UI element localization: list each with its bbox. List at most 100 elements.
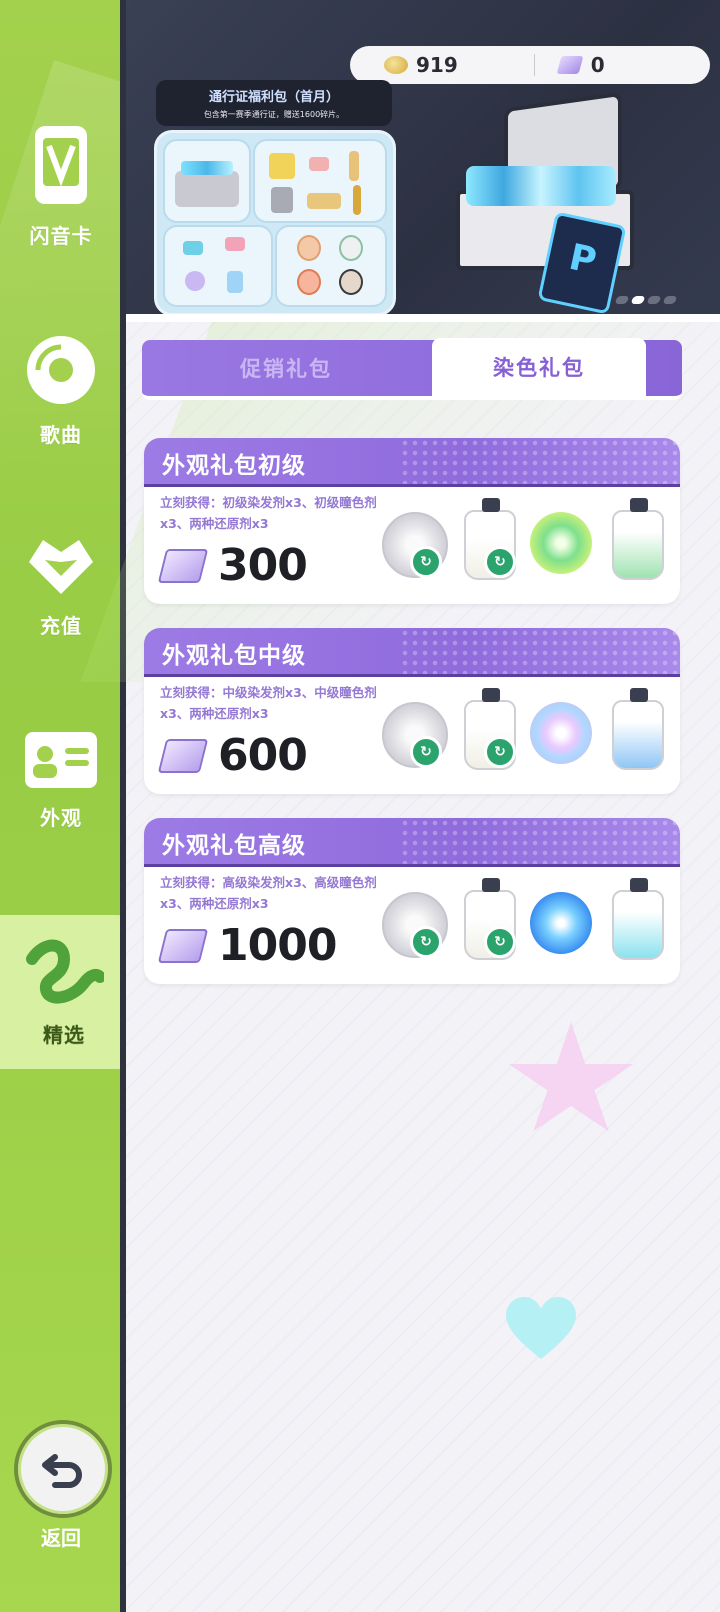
hair-dye-item: ↻ <box>378 502 448 586</box>
star-decoration <box>508 1022 634 1132</box>
pack-title: 外观礼包中级 <box>162 643 306 669</box>
pack-title: 外观礼包高级 <box>162 833 306 859</box>
pass-title-box: 通行证福利包（首月） 包含第一赛季通行证，赠送1600碎片。 <box>156 80 392 126</box>
reset-icon: ↻ <box>410 546 442 578</box>
heart-decoration <box>506 1297 576 1361</box>
gem-icon <box>157 548 209 583</box>
pack-description: 立刻获得：高级染发剂x3、高级瞳色剂x3、两种还原剂x3 <box>160 875 377 911</box>
reset-icon: ↻ <box>410 926 442 958</box>
hair-dye-bottle-item <box>600 498 668 586</box>
gem-icon <box>157 928 209 963</box>
lens-icon <box>530 892 592 954</box>
coin-icon <box>384 56 408 74</box>
spray-bottle-icon <box>612 498 664 580</box>
eye-reset-item: ↻ <box>452 498 520 586</box>
tab-promo-packs[interactable]: 促销礼包 <box>142 340 430 396</box>
gem-count: 0 <box>590 53 605 77</box>
shop-content: 促销礼包 染色礼包 外观礼包初级 立刻获得：初级染发剂x3、初级瞳色剂x3、两种… <box>80 322 720 1612</box>
eye-reset-item: ↻ <box>452 688 520 776</box>
heart-icon <box>29 539 93 594</box>
pack-price[interactable]: 1000 <box>157 920 337 971</box>
sidebar-item-music-card[interactable]: 闪音卡 <box>0 110 122 260</box>
currency-bar: 919 0 <box>350 46 710 84</box>
pass-rewards-panel <box>154 130 396 316</box>
wave-icon <box>26 939 104 1003</box>
sidebar-item-label: 闪音卡 <box>29 223 93 248</box>
tab-dye-packs[interactable]: 染色礼包 <box>432 338 646 396</box>
coin-count: 919 <box>416 53 458 77</box>
pack-description: 立刻获得：初级染发剂x3、初级瞳色剂x3、两种还原剂x3 <box>160 495 377 531</box>
pack-description: 立刻获得：中级染发剂x3、中级瞳色剂x3、两种还原剂x3 <box>160 685 377 721</box>
chest-icon <box>175 161 239 207</box>
pants-icon <box>271 187 293 213</box>
reset-icon: ↻ <box>410 736 442 768</box>
pack-tabs: 促销礼包 染色礼包 <box>142 338 682 400</box>
pack-price-value: 1000 <box>218 920 337 971</box>
pack-card[interactable]: 外观礼包初级 立刻获得：初级染发剂x3、初级瞳色剂x3、两种还原剂x3 300 … <box>144 438 680 604</box>
outfit-icon <box>269 153 295 179</box>
profile-card-icon <box>25 731 97 788</box>
sidebar-item-songs[interactable]: 歌曲 <box>0 315 122 465</box>
character-icon <box>297 235 321 261</box>
currency-divider <box>533 54 535 76</box>
sidebar-item-featured[interactable]: 精选 <box>0 915 122 1069</box>
pass-title: 通行证福利包（首月） <box>208 90 339 105</box>
eye-reset-item: ↻ <box>452 878 520 966</box>
pack-price[interactable]: 600 <box>157 730 308 781</box>
pack-card[interactable]: 外观礼包中级 立刻获得：中级染发剂x3、中级瞳色剂x3、两种还原剂x3 600 … <box>144 628 680 794</box>
pack-card-header: 外观礼包高级 <box>144 818 680 867</box>
pack-items: ↻ ↻ <box>378 688 668 776</box>
sidebar-item-label: 歌曲 <box>40 422 82 447</box>
sidebar-item-appearance[interactable]: 外观 <box>0 705 122 855</box>
eye-dye-item <box>526 502 594 586</box>
wand-icon <box>353 185 361 215</box>
pack-card[interactable]: 外观礼包高级 立刻获得：高级染发剂x3、高级瞳色剂x3、两种还原剂x3 1000… <box>144 818 680 984</box>
reward-slot-tickets <box>163 225 273 307</box>
hair-dye-bottle-item <box>600 688 668 776</box>
pack-items: ↻ ↻ <box>378 498 668 586</box>
pack-price[interactable]: 300 <box>157 540 308 591</box>
pack-card-header: 外观礼包初级 <box>144 438 680 487</box>
spray-bottle-icon <box>612 688 664 770</box>
sidebar: 闪音卡 歌曲 充值 外观 精选 返回 <box>0 0 122 1612</box>
lens-icon <box>530 702 592 764</box>
sidebar-item-label: 外观 <box>40 805 82 830</box>
lens-icon <box>530 512 592 574</box>
music-card-icon <box>35 125 87 204</box>
pass-subtitle: 包含第一赛季通行证，赠送1600碎片。 <box>203 110 345 119</box>
spray-bottle-icon <box>612 878 664 960</box>
eye-dye-item <box>526 692 594 776</box>
pass-banner[interactable]: 919 0 通行证福利包（首月） 包含第一赛季通行证，赠送1600碎片。 P <box>126 0 720 322</box>
back-label: 返回 <box>41 1526 81 1550</box>
disc-icon <box>27 335 95 404</box>
back-arrow-icon <box>42 1454 82 1488</box>
pack-title: 外观礼包初级 <box>162 453 306 479</box>
potion-icon <box>227 271 243 293</box>
pack-card-header: 外观礼包中级 <box>144 628 680 677</box>
banner-pager[interactable] <box>614 296 678 304</box>
pack-price-value: 600 <box>218 730 308 781</box>
accessory-icon <box>349 151 359 181</box>
sidebar-item-label: 精选 <box>43 1022 85 1047</box>
ticket-icon <box>225 237 245 251</box>
badge-icon <box>185 271 205 291</box>
reward-slot-characters <box>275 225 387 307</box>
hair-dye-bottle-item <box>600 878 668 966</box>
gem-icon <box>157 738 209 773</box>
reset-icon: ↻ <box>484 736 516 768</box>
pack-price-value: 300 <box>218 540 308 591</box>
back-button[interactable] <box>14 1420 112 1518</box>
character-icon <box>297 269 321 295</box>
hair-dye-item: ↻ <box>378 882 448 966</box>
pack-items: ↻ ↻ <box>378 878 668 966</box>
eye-dye-item <box>526 882 594 966</box>
reset-icon: ↻ <box>484 546 516 578</box>
hair-dye-item: ↻ <box>378 692 448 776</box>
reward-slot-chest <box>163 139 251 223</box>
reward-slot-outfit <box>253 139 387 223</box>
reset-icon: ↻ <box>484 926 516 958</box>
crystals-icon <box>466 166 616 206</box>
gem-icon <box>556 56 584 74</box>
glasses-icon <box>309 157 329 171</box>
shoes-icon <box>307 193 341 209</box>
